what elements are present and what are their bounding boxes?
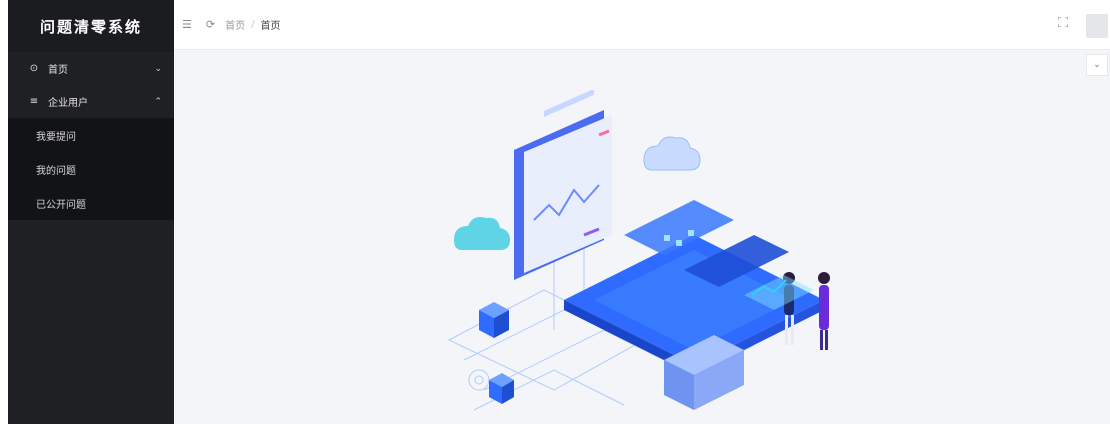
submenu-item-label: 我要提问 bbox=[36, 131, 76, 143]
sidebar: 问题清零系统 ⊙ 首页 ⌄ ≡ 企业用户 ⌃ 我要提问 我的问题 已公开问题 bbox=[8, 0, 174, 424]
app-logo-title: 问题清零系统 bbox=[8, 0, 174, 52]
refresh-icon[interactable]: ⟳ bbox=[206, 18, 215, 31]
avatar[interactable] bbox=[1086, 14, 1108, 38]
fullscreen-icon[interactable] bbox=[1058, 17, 1068, 27]
dashboard-icon: ⊙ bbox=[29, 63, 39, 74]
sidebar-item-label: 企业用户 bbox=[48, 98, 88, 109]
hamburger-fold-icon[interactable]: ☰ bbox=[182, 18, 192, 31]
tabs-dropdown-button[interactable]: ⌄ bbox=[1086, 54, 1108, 76]
menu-list-icon: ≡ bbox=[29, 96, 39, 107]
main-content: ⌄ bbox=[174, 50, 1110, 424]
submenu-item-label: 已公开问题 bbox=[36, 199, 86, 211]
chevron-up-icon: ⌃ bbox=[154, 96, 162, 107]
breadcrumb-item-current: 首页 bbox=[260, 21, 281, 32]
left-gutter bbox=[0, 0, 8, 424]
chevron-down-icon: ⌄ bbox=[154, 63, 162, 74]
dashboard-illustration bbox=[447, 90, 830, 411]
top-navbar: ☰ ⟳ 首页 / 首页 bbox=[174, 0, 1110, 50]
submenu-item-public-questions[interactable]: 已公开问题 bbox=[8, 186, 174, 220]
breadcrumb-item-home[interactable]: 首页 bbox=[225, 17, 245, 32]
submenu-item-label: 我的问题 bbox=[36, 165, 76, 177]
chevron-down-icon: ⌄ bbox=[1093, 60, 1101, 70]
submenu-item-ask-question[interactable]: 我要提问 bbox=[8, 118, 174, 152]
app-root: 问题清零系统 ⊙ 首页 ⌄ ≡ 企业用户 ⌃ 我要提问 我的问题 已公开问题 ☰… bbox=[0, 0, 1110, 424]
submenu-enterprise-user: 我要提问 我的问题 已公开问题 bbox=[8, 118, 174, 220]
sidebar-item-home[interactable]: ⊙ 首页 ⌄ bbox=[8, 52, 174, 85]
sidebar-item-enterprise-user[interactable]: ≡ 企业用户 ⌃ bbox=[8, 85, 174, 118]
submenu-item-my-questions[interactable]: 我的问题 bbox=[8, 152, 174, 186]
breadcrumb-separator: / bbox=[251, 19, 255, 30]
sidebar-item-label: 首页 bbox=[48, 65, 68, 76]
breadcrumb: 首页 / 首页 bbox=[225, 17, 280, 32]
